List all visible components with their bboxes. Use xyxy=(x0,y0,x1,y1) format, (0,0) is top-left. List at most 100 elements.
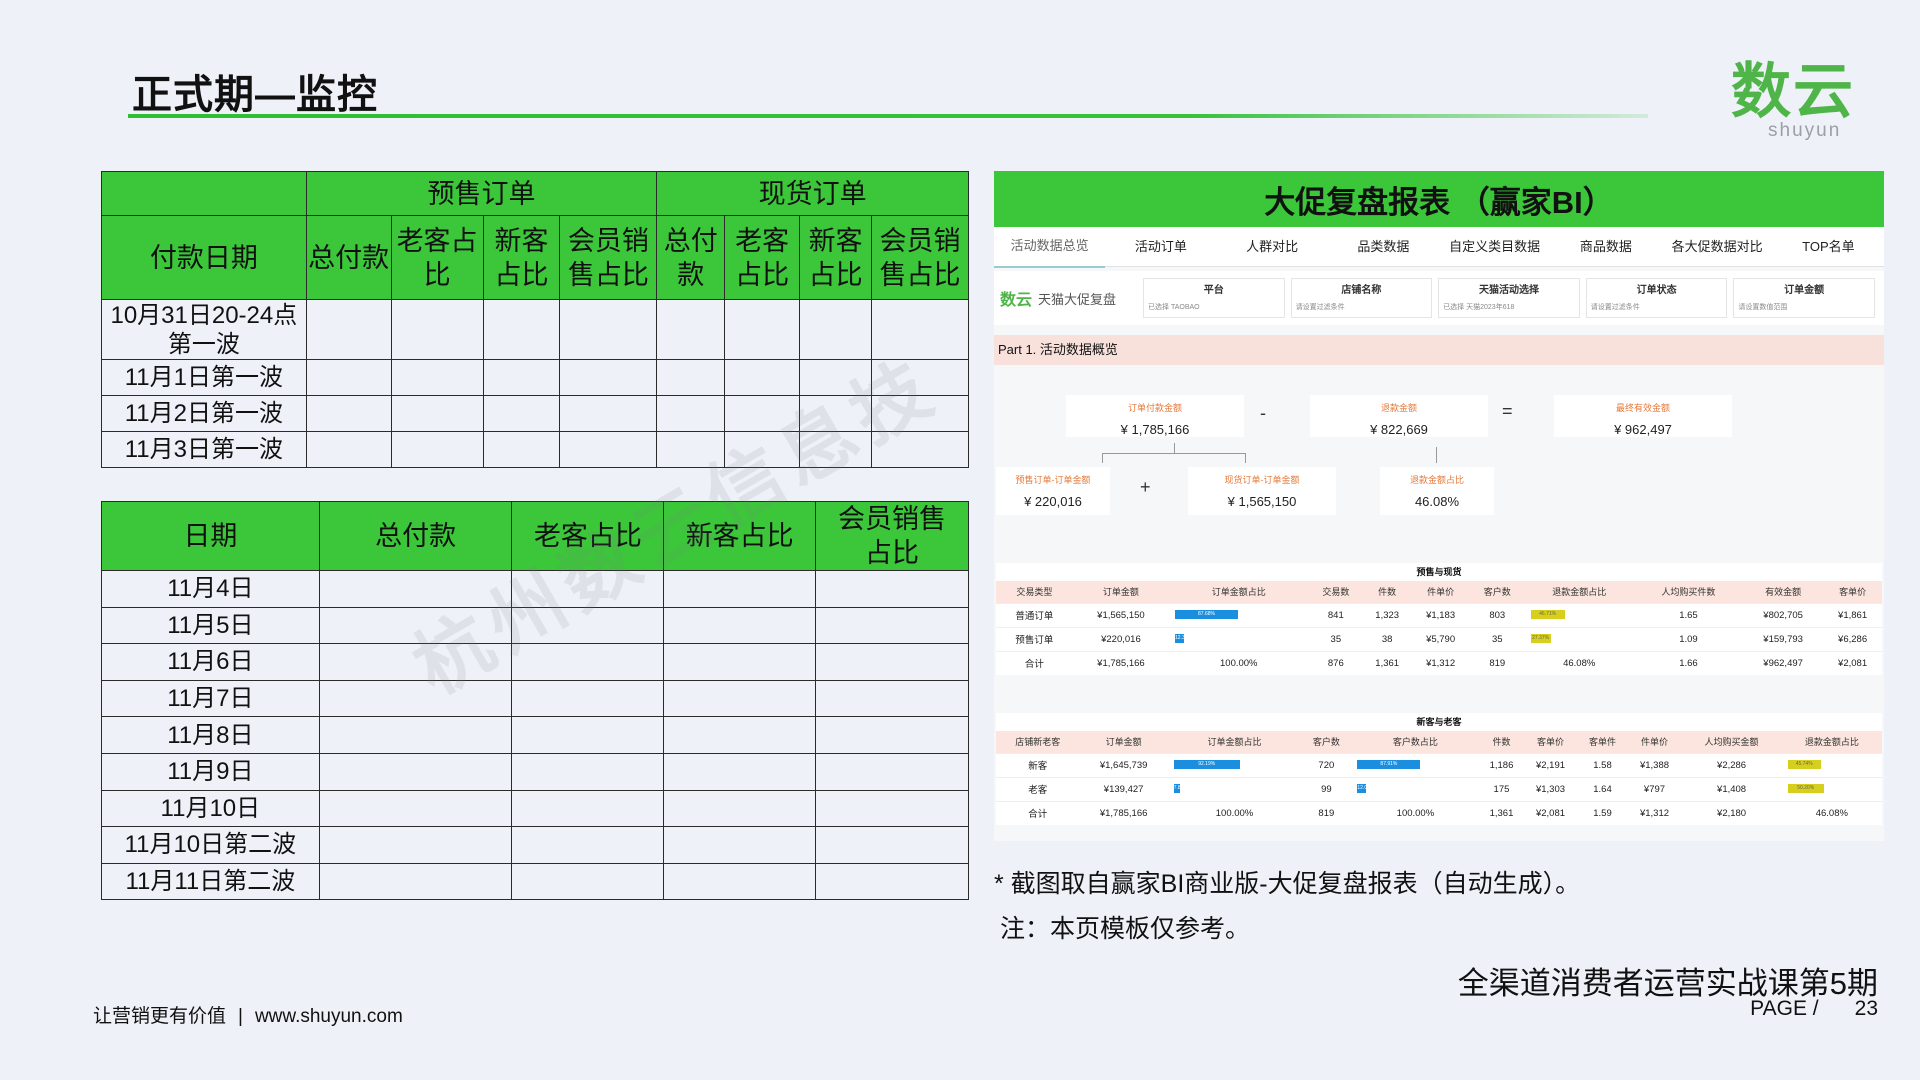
data-cell[interactable] xyxy=(663,570,817,608)
data-cell[interactable] xyxy=(815,679,969,718)
footer-url[interactable]: www.shuyun.com xyxy=(255,1006,403,1027)
footer: 让营销更有价值 | www.shuyun.com xyxy=(93,1001,403,1028)
data-cell[interactable] xyxy=(305,359,392,396)
data-cell[interactable] xyxy=(663,643,817,681)
kpi-label: 退款金额 xyxy=(1380,403,1417,413)
data-cell[interactable] xyxy=(559,359,658,396)
bi-cell-text: ¥962,497 xyxy=(1763,657,1803,669)
bi-filter[interactable]: 天猫活动选择 已选择 天猫2023年618 xyxy=(1438,278,1580,318)
bi-tab-bar: 活动数据总览 活动订单 人群对比 品类数据 自定义类目数据 商品数据 各大促数据对比 TOP名… xyxy=(994,226,1884,268)
data-cell[interactable] xyxy=(663,606,817,645)
bi-filter[interactable]: 店铺名称 请设置过滤条件 xyxy=(1290,278,1433,318)
data-cell[interactable] xyxy=(305,395,392,432)
bi-filter[interactable]: 订单金额 请设置数值范围 xyxy=(1733,278,1875,318)
bi-filter[interactable]: 平台 已选择 TAOBAO xyxy=(1143,278,1285,318)
footer-slogan: 让营销更有价值 xyxy=(93,1006,227,1027)
data-cell[interactable] xyxy=(511,716,665,754)
bi-table-title: 新客与老客 xyxy=(1416,717,1462,727)
sub-header: 新客占比 xyxy=(799,215,873,300)
data-cell[interactable] xyxy=(511,789,665,828)
bi-cell: ¥1,388 xyxy=(1627,752,1682,777)
data-cell[interactable] xyxy=(815,570,969,608)
data-cell[interactable] xyxy=(318,789,513,828)
data-cell[interactable] xyxy=(511,752,665,791)
bi-bar: 45.74% xyxy=(1787,760,1821,770)
bi-column-header: 订单金额占比 xyxy=(1167,731,1302,753)
bi-cell: ¥1,785,166 xyxy=(1072,650,1169,675)
bi-cell-text: 38 xyxy=(1381,633,1393,645)
data-cell[interactable] xyxy=(663,752,817,791)
data-cell[interactable] xyxy=(318,752,513,791)
data-cell[interactable] xyxy=(559,299,658,360)
bi-tab[interactable]: 活动订单 xyxy=(1105,227,1216,267)
bi-cell-text: 100.00% xyxy=(1396,807,1435,819)
bi-cell-text: 876 xyxy=(1327,657,1344,669)
data-cell[interactable] xyxy=(559,431,658,468)
filter-title: 订单金额 xyxy=(1784,285,1825,296)
row-label: 11月3日第一波 xyxy=(101,431,307,468)
bi-tab[interactable]: 商品数据 xyxy=(1550,227,1661,267)
data-cell[interactable] xyxy=(482,395,561,432)
data-cell[interactable] xyxy=(815,789,969,828)
data-cell[interactable] xyxy=(815,716,969,754)
data-cell[interactable] xyxy=(559,395,658,432)
data-cell[interactable] xyxy=(815,643,969,681)
data-cell[interactable] xyxy=(663,789,817,828)
kpi-final: 最终有效金额 ¥ 962,497 xyxy=(1554,395,1732,437)
data-cell[interactable] xyxy=(482,359,561,396)
row-label: 11月8日 xyxy=(101,716,320,754)
minus-operator: - xyxy=(1260,403,1266,423)
data-cell[interactable] xyxy=(815,752,969,791)
data-cell[interactable] xyxy=(663,826,817,864)
data-cell[interactable] xyxy=(318,862,513,901)
bi-cell: ¥2,191 xyxy=(1523,752,1578,777)
data-cell[interactable] xyxy=(318,826,513,864)
data-cell[interactable] xyxy=(511,826,665,864)
bi-cell: 38 xyxy=(1363,626,1412,651)
data-cell[interactable] xyxy=(511,679,665,718)
bi-filter[interactable]: 订单状态 请设置过滤条件 xyxy=(1585,278,1728,318)
bi-tab[interactable]: 品类数据 xyxy=(1328,227,1439,267)
data-cell[interactable] xyxy=(724,299,801,360)
bi-table-row: 普通订单 ¥1,565,150 87.68% 841 1,323 ¥1,183 803 46.… xyxy=(996,602,1882,627)
data-cell[interactable] xyxy=(390,395,484,432)
bi-cell: ¥797 xyxy=(1627,776,1682,801)
bi-tab[interactable]: TOP名单 xyxy=(1773,227,1884,267)
data-cell[interactable] xyxy=(663,862,817,901)
kpi-refund-ratio: 退款金额占比 46.08% xyxy=(1380,467,1494,515)
data-cell[interactable] xyxy=(482,431,561,468)
bi-tab[interactable]: 人群对比 xyxy=(1217,227,1328,267)
bi-table-row: 合计 ¥1,785,166 100.00% 876 1,361 ¥1,312 819 46.0… xyxy=(996,650,1882,675)
data-cell[interactable] xyxy=(656,395,726,432)
bi-cell: 1,186 xyxy=(1479,752,1524,777)
bi-bar: 87.91% xyxy=(1357,760,1421,770)
data-cell[interactable] xyxy=(815,606,969,645)
table-row: 10月31日20-24点第一波 xyxy=(101,299,969,360)
data-cell[interactable] xyxy=(815,862,969,901)
data-cell[interactable] xyxy=(390,431,484,468)
bi-cell: 46.08% xyxy=(1524,650,1634,675)
data-cell[interactable] xyxy=(663,716,817,754)
data-cell[interactable] xyxy=(305,299,392,360)
data-cell[interactable] xyxy=(390,299,484,360)
data-cell[interactable] xyxy=(511,862,665,901)
bi-cell: ¥139,427 xyxy=(1079,776,1168,801)
bi-column-header: 件数 xyxy=(1479,731,1524,753)
filter-value: 请设置过滤条件 xyxy=(1295,304,1345,311)
data-cell[interactable] xyxy=(663,679,817,718)
bi-tab[interactable]: 活动数据总览 xyxy=(994,226,1106,268)
data-cell[interactable] xyxy=(305,431,392,468)
header-pay-date: 付款日期 xyxy=(101,215,307,300)
data-cell[interactable] xyxy=(656,299,726,360)
bi-cell-text: 46.08% xyxy=(1563,657,1596,669)
data-cell[interactable] xyxy=(318,716,513,754)
data-cell[interactable] xyxy=(390,359,484,396)
bi-cell-text: 1,186 xyxy=(1489,759,1514,771)
bi-tab[interactable]: 各大促数据对比 xyxy=(1662,227,1773,267)
data-cell[interactable] xyxy=(482,299,561,360)
data-cell[interactable] xyxy=(815,826,969,864)
bi-table-row: 合计 ¥1,785,166 100.00% 819 100.00% 1,361 ¥2,081… xyxy=(996,800,1882,825)
bi-cell: ¥1,645,739 xyxy=(1079,752,1168,777)
bi-tab[interactable]: 自定义类目数据 xyxy=(1439,227,1550,267)
data-cell[interactable] xyxy=(656,359,726,396)
